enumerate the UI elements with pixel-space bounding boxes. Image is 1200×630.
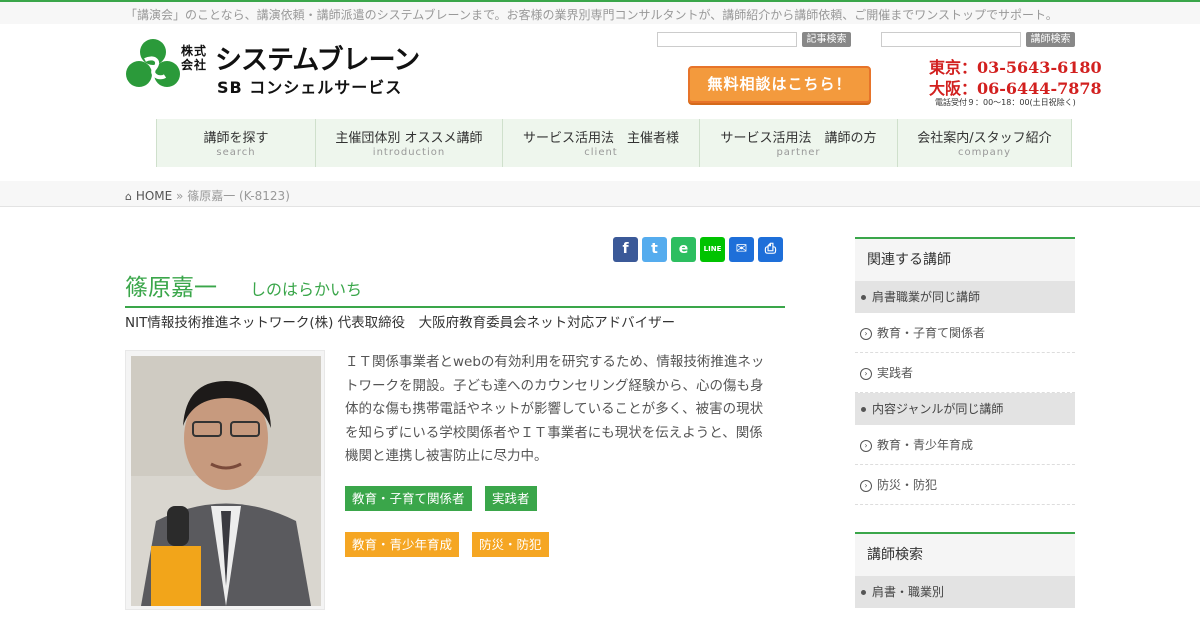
nav-item-client[interactable]: サービス活用法 主催者様 client [503, 119, 700, 167]
lecturer-title: NIT情報技術推進ネットワーク(株) 代表取締役 大阪府教育委員会ネット対応アド… [125, 315, 676, 331]
lecturer-bio: ＩＴ関係事業者とwebの有効利用を研究するため、情報技術推進ネットワークを開設。… [345, 354, 765, 464]
nav-item-introduction[interactable]: 主催団体別 オススメ講師 introduction [316, 119, 503, 167]
print-button[interactable]: ⎙ [758, 237, 783, 262]
tag-role[interactable]: 教育・子育て関係者 [345, 486, 472, 511]
lecturer-name: 篠原嘉一 [125, 275, 217, 301]
nav-label: 主催団体別 オススメ講師 [335, 131, 483, 146]
facebook-icon: f [622, 241, 629, 257]
bullet-icon [861, 295, 866, 300]
nav-label: サービス活用法 主催者様 [522, 131, 679, 146]
related-link-label: 実践者 [877, 366, 914, 380]
same-role-heading-label: 肩書職業が同じ講師 [872, 290, 981, 304]
free-consultation-button[interactable]: 無料相談はこちら！ [688, 66, 871, 103]
chevron-right-icon: › [860, 439, 872, 452]
nav-sublabel: client [584, 147, 618, 158]
article-search-input[interactable] [657, 32, 797, 47]
lecturer-search-box: 講師検索 肩書・職業別 [855, 532, 1075, 608]
related-link-label: 防災・防犯 [877, 478, 938, 492]
twitter-share-button[interactable]: t [642, 237, 667, 262]
mail-icon: ✉ [735, 241, 748, 257]
same-genre-heading: 内容ジャンルが同じ講師 [855, 393, 1075, 425]
related-link[interactable]: › 実践者 [855, 353, 1075, 393]
tag-genre[interactable]: 教育・青少年育成 [345, 532, 460, 557]
name-divider [125, 306, 785, 308]
lecturer-photo [125, 350, 325, 610]
nav-item-company[interactable]: 会社案内/スタッフ紹介 company [898, 119, 1072, 167]
logo-subtitle: SB コンシェルサービス [217, 78, 403, 97]
search-by-role-label: 肩書・職業別 [872, 585, 945, 599]
same-genre-heading-label: 内容ジャンルが同じ講師 [872, 402, 1004, 416]
site-logo[interactable]: 株式 会社 システムブレーン SB コンシェルサービス [125, 38, 420, 100]
nav-label: 会社案内/スタッフ紹介 [917, 131, 1052, 146]
related-link-label: 教育・子育て関係者 [877, 326, 986, 340]
lecturer-search-input[interactable] [881, 32, 1021, 47]
lecturer-name-kana: しのはらかいち [250, 280, 363, 299]
home-icon: ⌂ [125, 190, 132, 203]
related-link[interactable]: › 教育・青少年育成 [855, 425, 1075, 465]
evernote-icon: e [678, 241, 689, 257]
chevron-right-icon: › [860, 367, 872, 380]
phone-osaka[interactable]: 大阪：06-6444-7878 [929, 75, 1102, 99]
same-role-heading: 肩書職業が同じ講師 [855, 281, 1075, 313]
related-link[interactable]: › 防災・防犯 [855, 465, 1075, 505]
chevron-right-icon: › [860, 479, 872, 492]
tag-genre[interactable]: 防災・防犯 [472, 532, 549, 557]
top-tagline-bar: 「講演会」のことなら、講演依頼・講師派遣のシステムブレーンまで。お客様の業界別専… [0, 0, 1200, 24]
facebook-share-button[interactable]: f [613, 237, 638, 262]
article-search-button[interactable]: 記事検索 [802, 32, 851, 47]
twitter-icon: t [651, 241, 658, 257]
related-lecturers-title: 関連する講師 [855, 239, 1075, 281]
nav-label: サービス活用法 講師の方 [720, 131, 877, 146]
logo-company-name: システムブレーン [215, 45, 420, 76]
breadcrumb: ⌂ HOME » 篠原嘉一 (K-8123) [125, 187, 290, 204]
nav-item-partner[interactable]: サービス活用法 講師の方 partner [700, 119, 898, 167]
logo-kabushiki: 株式 [181, 44, 208, 58]
chevron-right-icon: › [860, 327, 872, 340]
lecturer-search-button[interactable]: 講師検索 [1026, 32, 1075, 47]
breadcrumb-current: 篠原嘉一 (K-8123) [187, 189, 290, 203]
line-icon: LINE [703, 245, 722, 253]
mail-share-button[interactable]: ✉ [729, 237, 754, 262]
logo-mark-icon [126, 39, 180, 87]
bullet-icon [861, 407, 866, 412]
bullet-icon [861, 590, 866, 595]
breadcrumb-separator: » [176, 189, 184, 203]
related-link[interactable]: › 教育・子育て関係者 [855, 313, 1075, 353]
main-nav: 講師を探す search 主催団体別 オススメ講師 introduction サ… [156, 119, 1072, 167]
site-header: 株式 会社 システムブレーン SB コンシェルサービス 記事検索 講師検索 無料… [0, 24, 1200, 174]
nav-sublabel: partner [776, 147, 821, 158]
tag-role[interactable]: 実践者 [485, 486, 537, 511]
lecturer-portrait-image [131, 356, 321, 606]
related-lecturers-box: 関連する講師 肩書職業が同じ講師 › 教育・子育て関係者 › 実践者 内容ジャンルが… [855, 237, 1075, 505]
phone-hours: 電話受付９：00～18：00(土日祝除く) [935, 98, 1076, 107]
search-by-role-heading[interactable]: 肩書・職業別 [855, 576, 1075, 608]
nav-sublabel: introduction [372, 147, 446, 158]
line-share-button[interactable]: LINE [700, 237, 725, 262]
nav-label: 講師を探す [203, 131, 269, 146]
evernote-share-button[interactable]: e [671, 237, 696, 262]
nav-item-search[interactable]: 講師を探す search [157, 119, 316, 167]
related-link-label: 教育・青少年育成 [877, 438, 974, 452]
logo-corp-label: 株式 会社 [181, 44, 207, 72]
top-tagline: 「講演会」のことなら、講演依頼・講師派遣のシステムブレーンまで。お客様の業界別専… [125, 8, 1058, 22]
lecturer-search-title: 講師検索 [855, 534, 1075, 576]
print-icon: ⎙ [764, 241, 777, 257]
logo-kaisha: 会社 [181, 58, 208, 72]
nav-sublabel: company [957, 147, 1012, 158]
breadcrumb-bar: ⌂ HOME » 篠原嘉一 (K-8123) [0, 181, 1200, 207]
nav-sublabel: search [216, 147, 256, 158]
breadcrumb-home-link[interactable]: HOME [136, 189, 172, 203]
